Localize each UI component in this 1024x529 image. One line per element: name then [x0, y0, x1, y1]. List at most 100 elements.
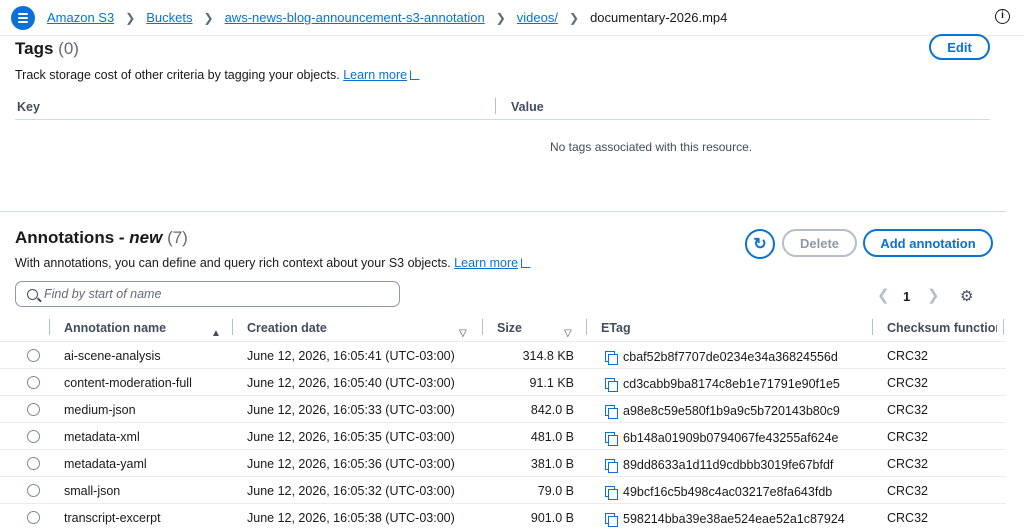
annotation-name: metadata-xml [64, 430, 140, 444]
col-etag[interactable]: ETag [601, 321, 631, 335]
table-row[interactable]: small-json June 12, 2026, 16:05:32 (UTC-… [0, 476, 1006, 503]
size: 91.1 KB [529, 376, 574, 390]
checksum: CRC32 [887, 376, 928, 390]
gear-icon[interactable]: ⚙ [960, 289, 974, 304]
tags-learn-more-text[interactable]: Learn more [343, 68, 407, 82]
copy-icon[interactable] [605, 351, 618, 365]
row-radio[interactable] [27, 430, 40, 443]
tags-description-text: Track storage cost of other criteria by … [15, 68, 340, 82]
annotation-name: transcript-excerpt [64, 511, 161, 525]
column-divider [49, 319, 50, 335]
size: 481.0 B [530, 430, 574, 444]
row-radio[interactable] [27, 403, 40, 416]
col-annotation-name[interactable]: Annotation name [64, 321, 166, 335]
table-row[interactable]: metadata-xml June 12, 2026, 16:05:35 (UT… [0, 422, 1006, 449]
etag-cell: 49bcf16c5b498c4ac03217e8fa643fdb [605, 484, 833, 500]
external-link-icon [410, 70, 421, 80]
chevron-left-icon[interactable]: ❮ [877, 286, 890, 304]
table-row[interactable]: metadata-yaml June 12, 2026, 16:05:36 (U… [0, 449, 1006, 476]
copy-icon[interactable] [605, 378, 618, 392]
copy-icon[interactable] [605, 432, 618, 446]
chevron-right-icon: ❯ [203, 10, 214, 25]
size: 314.8 KB [522, 349, 574, 363]
tags-title: Tags (0) [15, 39, 79, 59]
checksum: CRC32 [887, 349, 928, 363]
tags-learn-more-link[interactable]: Learn more [343, 68, 421, 82]
row-radio[interactable] [27, 511, 40, 524]
copy-icon[interactable] [605, 513, 618, 527]
etag-cell: 598214bba39e38ae524eae52a1c87924 [605, 511, 845, 527]
creation-date: June 12, 2026, 16:05:32 (UTC-03:00) [247, 484, 455, 498]
checksum: CRC32 [887, 484, 928, 498]
copy-icon[interactable] [605, 405, 618, 419]
refresh-icon[interactable]: ↻ [745, 229, 775, 259]
edit-button[interactable]: Edit [929, 34, 990, 60]
row-radio[interactable] [27, 457, 40, 470]
etag-cell: cbaf52b8f7707de0234e34a36824556d [605, 349, 838, 365]
copy-icon[interactable] [605, 459, 618, 473]
breadcrumb-buckets[interactable]: Buckets [146, 10, 192, 25]
breadcrumb-amazon-s3[interactable]: Amazon S3 [47, 10, 114, 25]
etag-cell: a98e8c59e580f1b9a9c5b720143b80c9 [605, 403, 840, 419]
tags-empty-message: No tags associated with this resource. [550, 140, 753, 154]
page-number[interactable]: 1 [903, 289, 910, 304]
checksum: CRC32 [887, 403, 928, 417]
table-row[interactable]: medium-json June 12, 2026, 16:05:33 (UTC… [0, 395, 1006, 422]
annotations-count: (7) [167, 228, 188, 247]
table-row[interactable]: ai-scene-analysis June 12, 2026, 16:05:4… [0, 341, 1006, 368]
menu-icon[interactable] [11, 6, 35, 30]
chevron-right-icon: ❯ [495, 10, 506, 25]
copy-icon[interactable] [605, 486, 618, 500]
col-creation-date[interactable]: Creation date [247, 321, 327, 335]
chevron-right-icon[interactable]: ❯ [927, 286, 940, 304]
row-radio[interactable] [27, 376, 40, 389]
breadcrumb-bucket[interactable]: aws-news-blog-announcement-s3-annotation [225, 10, 485, 25]
creation-date: June 12, 2026, 16:05:41 (UTC-03:00) [247, 349, 455, 363]
row-radio[interactable] [27, 349, 40, 362]
tags-col-key: Key [17, 100, 40, 114]
etag: 49bcf16c5b498c4ac03217e8fa643fdb [623, 485, 833, 499]
annotations-learn-more-link[interactable]: Learn more [454, 256, 532, 270]
column-divider [1003, 319, 1004, 335]
tags-description: Track storage cost of other criteria by … [15, 68, 421, 82]
info-icon[interactable]: i [995, 9, 1010, 24]
breadcrumb-folder[interactable]: videos/ [517, 10, 558, 25]
chevron-right-icon: ❯ [125, 10, 136, 25]
add-annotation-button[interactable]: Add annotation [863, 229, 993, 257]
annotations-description: With annotations, you can define and que… [15, 256, 532, 270]
creation-date: June 12, 2026, 16:05:36 (UTC-03:00) [247, 457, 455, 471]
size: 79.0 B [537, 484, 574, 498]
tags-header-divider [15, 119, 990, 120]
tags-col-value: Value [511, 100, 544, 114]
annotations-title: Annotations - new (7) [15, 228, 188, 248]
col-checksum[interactable]: Checksum function [887, 321, 997, 335]
table-row[interactable]: transcript-excerpt June 12, 2026, 16:05:… [0, 503, 1006, 529]
etag: 6b148a01909b0794067fe43255af624e [623, 431, 839, 445]
tags-count: (0) [58, 39, 79, 58]
column-divider [872, 319, 873, 335]
sort-ascending-icon[interactable]: ▲ [211, 328, 221, 339]
table-row[interactable]: content-moderation-full June 12, 2026, 1… [0, 368, 1006, 395]
checksum: CRC32 [887, 511, 928, 525]
sort-icon[interactable]: ▽ [564, 328, 572, 339]
row-radio[interactable] [27, 484, 40, 497]
annotations-title-text: Annotations - [15, 228, 130, 247]
annotations-learn-more-text[interactable]: Learn more [454, 256, 518, 270]
delete-button[interactable]: Delete [782, 229, 857, 257]
etag-cell: 6b148a01909b0794067fe43255af624e [605, 430, 839, 446]
checksum: CRC32 [887, 457, 928, 471]
etag: 598214bba39e38ae524eae52a1c87924 [623, 512, 845, 526]
annotation-name: medium-json [64, 403, 136, 417]
breadcrumb-bar: Amazon S3 ❯ Buckets ❯ aws-news-blog-anno… [0, 0, 1024, 36]
col-size[interactable]: Size [497, 321, 522, 335]
tags-panel: Tags (0) Edit Track storage cost of othe… [0, 34, 1006, 212]
annotation-name: content-moderation-full [64, 376, 192, 390]
sort-icon[interactable]: ▽ [459, 328, 467, 339]
etag: 89dd8633a1d11d9cdbbb3019fe67bfdf [623, 458, 834, 472]
creation-date: June 12, 2026, 16:05:40 (UTC-03:00) [247, 376, 455, 390]
search-field[interactable] [15, 281, 400, 307]
search-input[interactable] [44, 287, 384, 301]
checksum: CRC32 [887, 430, 928, 444]
size: 842.0 B [530, 403, 574, 417]
annotation-name: ai-scene-analysis [64, 349, 161, 363]
